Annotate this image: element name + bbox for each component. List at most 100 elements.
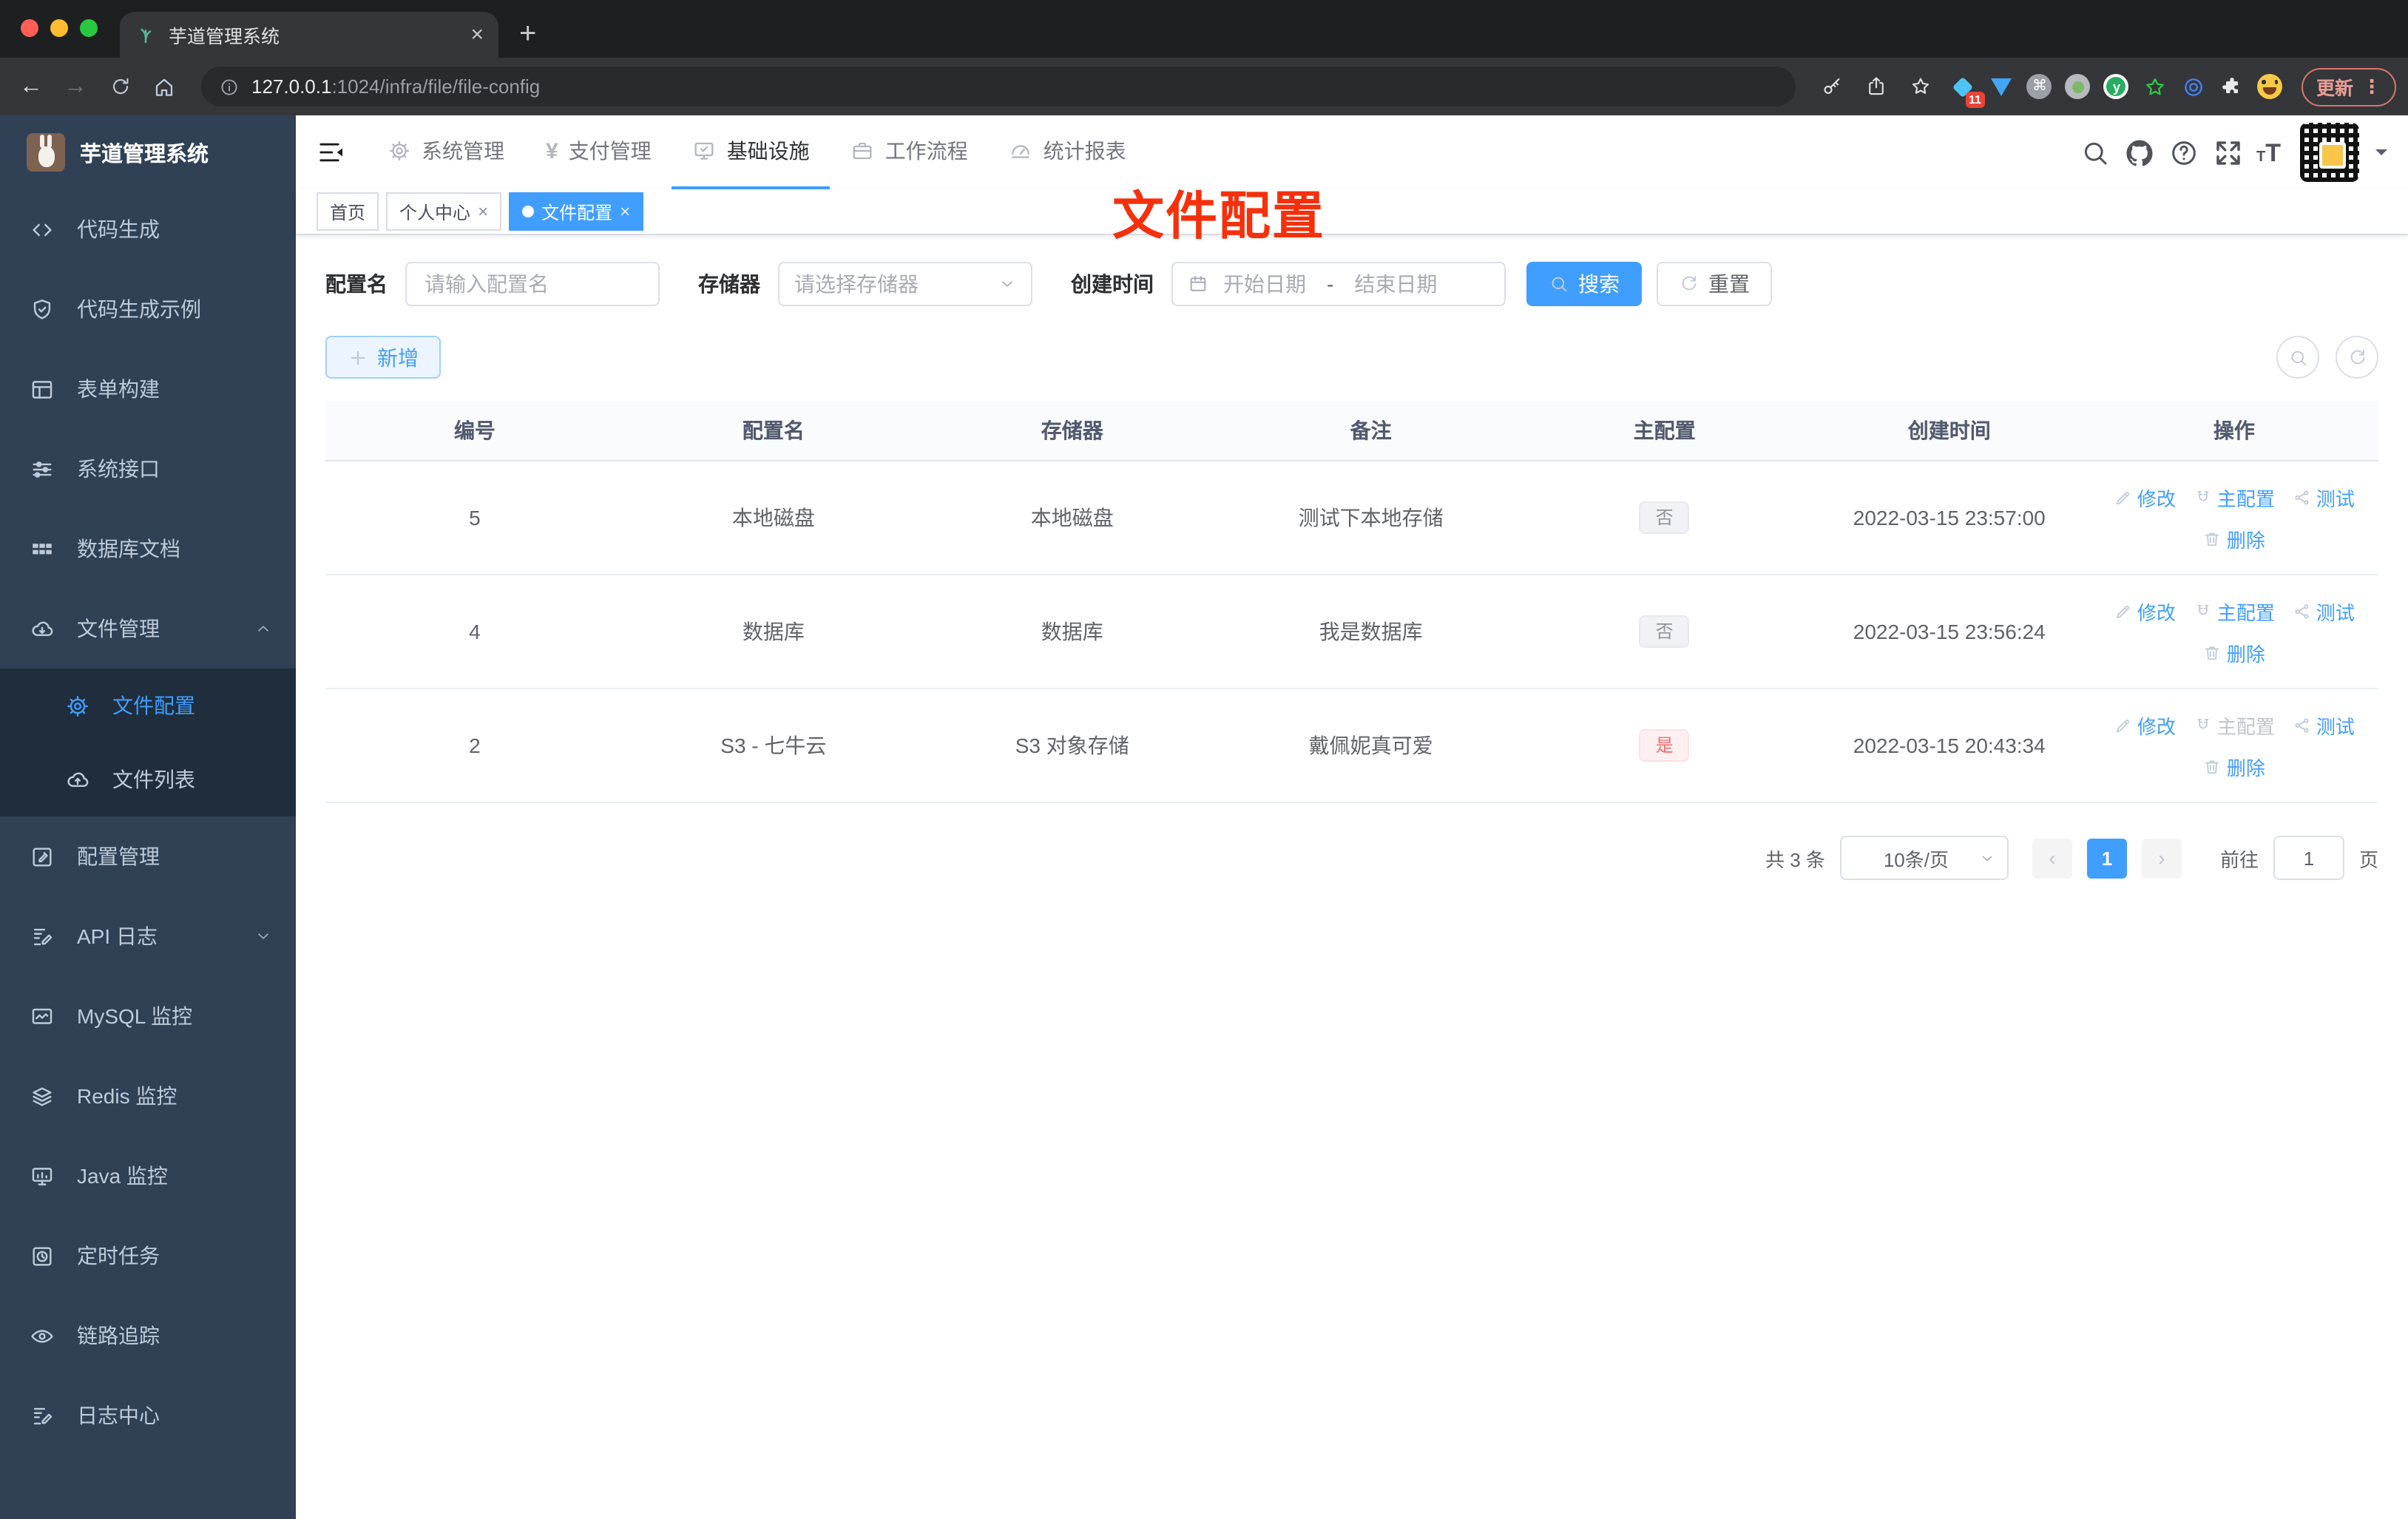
password-key-button[interactable] bbox=[1813, 67, 1852, 106]
chart-icon bbox=[30, 1004, 55, 1029]
add-button[interactable]: 新增 bbox=[325, 336, 441, 379]
extension-command-button[interactable]: ⌘ bbox=[2023, 70, 2056, 103]
tab-close-icon[interactable]: × bbox=[470, 24, 484, 46]
edit-action[interactable]: 修改 bbox=[2114, 711, 2176, 739]
minimize-window-button[interactable] bbox=[50, 19, 68, 37]
sidebar-item-system-api[interactable]: 系统接口 bbox=[0, 429, 296, 509]
extension-emoji-button[interactable] bbox=[2254, 70, 2287, 103]
master-action[interactable]: 主配置 bbox=[2194, 483, 2275, 511]
browser-update-button[interactable]: 更新 ⋮ bbox=[2301, 67, 2396, 106]
sidebar-item-file-list[interactable]: 文件列表 bbox=[0, 742, 296, 816]
test-action[interactable]: 测试 bbox=[2293, 483, 2355, 511]
extension-gem-button[interactable] bbox=[1985, 70, 2018, 103]
search-icon[interactable] bbox=[2079, 137, 2110, 168]
sidebar-item-db-doc[interactable]: 数据库文档 bbox=[0, 509, 296, 589]
edit-action[interactable]: 修改 bbox=[2114, 483, 2176, 511]
goto-page-input[interactable] bbox=[2273, 836, 2344, 880]
close-window-button[interactable] bbox=[21, 19, 38, 37]
sidebar-item-code-gen-example[interactable]: 代码生成示例 bbox=[0, 269, 296, 349]
toggle-search-button[interactable] bbox=[2276, 336, 2319, 379]
delete-action[interactable]: 删除 bbox=[2203, 524, 2265, 552]
new-tab-button[interactable]: + bbox=[519, 18, 536, 52]
user-avatar[interactable] bbox=[2300, 123, 2359, 182]
storage-select-placeholder: 请选择存储器 bbox=[794, 272, 919, 296]
doc-edit-icon bbox=[30, 1403, 55, 1428]
refresh-table-button[interactable] bbox=[2336, 336, 2378, 379]
cell-create-time: 2022-03-15 23:57:00 bbox=[1853, 506, 2046, 530]
sidebar-item-redis-monitor[interactable]: Redis 监控 bbox=[0, 1056, 296, 1136]
home-button[interactable] bbox=[145, 67, 183, 106]
caret-down-icon[interactable] bbox=[2375, 149, 2387, 161]
goto-label: 前往 bbox=[2219, 848, 2259, 870]
delete-action[interactable]: 删除 bbox=[2203, 638, 2265, 666]
sidebar-item-java-monitor[interactable]: Java 监控 bbox=[0, 1136, 296, 1216]
config-name-input[interactable] bbox=[405, 262, 660, 306]
address-bar[interactable]: 127.0.0.1:1024/infra/file/file-config bbox=[201, 67, 1796, 106]
sidebar-item-config-management[interactable]: 配置管理 bbox=[0, 816, 296, 896]
back-button[interactable]: ← bbox=[12, 67, 50, 106]
tag-home[interactable]: 首页 bbox=[317, 192, 379, 231]
extension-eye-button[interactable] bbox=[2177, 70, 2210, 103]
tag-close-icon[interactable]: × bbox=[620, 201, 630, 222]
github-icon[interactable] bbox=[2123, 137, 2154, 168]
sidebar-item-log-center[interactable]: 日志中心 bbox=[0, 1376, 296, 1455]
reset-button[interactable]: 重置 bbox=[1657, 262, 1772, 306]
sidebar-item-form-builder[interactable]: 表单构建 bbox=[0, 349, 296, 429]
sidebar-item-scheduled-tasks[interactable]: 定时任务 bbox=[0, 1216, 296, 1296]
sidebar-item-mysql-monitor[interactable]: MySQL 监控 bbox=[0, 976, 296, 1056]
cell-actions: 修改 主配置 测试 删除 bbox=[2090, 711, 2378, 780]
sidebar-item-tracing[interactable]: 链路追踪 bbox=[0, 1296, 296, 1376]
next-page-button[interactable]: › bbox=[2141, 838, 2182, 878]
sidebar-item-api-log[interactable]: API 日志 bbox=[0, 896, 296, 976]
sidebar-item-code-generation[interactable]: 代码生成 bbox=[0, 189, 296, 269]
extension-y-button[interactable]: y bbox=[2100, 70, 2133, 103]
timer-icon bbox=[30, 1243, 55, 1268]
test-action[interactable]: 测试 bbox=[2293, 711, 2355, 739]
layers-icon bbox=[30, 1083, 55, 1109]
current-page-button[interactable]: 1 bbox=[2086, 838, 2127, 878]
delete-action[interactable]: 删除 bbox=[2203, 752, 2265, 780]
help-icon[interactable] bbox=[2168, 137, 2199, 168]
bookmark-star-button[interactable] bbox=[1902, 67, 1941, 106]
pagination: 共 3 条 10条/页 ‹ 1 › 前往 页 bbox=[325, 836, 2378, 880]
extensions-puzzle-button[interactable] bbox=[2216, 70, 2248, 103]
sidebar-item-label: 代码生成示例 bbox=[77, 297, 201, 321]
master-action[interactable]: 主配置 bbox=[2194, 597, 2275, 625]
search-button[interactable]: 搜索 bbox=[1526, 262, 1642, 306]
font-size-icon[interactable]: TT bbox=[2256, 140, 2281, 165]
edit-action[interactable]: 修改 bbox=[2114, 597, 2176, 625]
sidebar-fold-button[interactable] bbox=[317, 138, 346, 167]
config-name-input-field[interactable] bbox=[422, 271, 643, 297]
prev-page-button[interactable]: ‹ bbox=[2032, 838, 2072, 878]
browser-tab[interactable]: 芋道管理系统 × bbox=[120, 12, 498, 58]
reload-button[interactable] bbox=[101, 67, 139, 106]
extension-notes-button[interactable]: 11 bbox=[1947, 70, 1985, 107]
sidebar-item-file-config[interactable]: 文件配置 bbox=[0, 669, 296, 742]
extension-dot-button[interactable] bbox=[2062, 70, 2094, 103]
sidebar-item-label: Redis 监控 bbox=[77, 1084, 177, 1108]
total-count: 共 3 条 bbox=[1765, 848, 1825, 870]
test-action[interactable]: 测试 bbox=[2293, 597, 2355, 625]
site-info-icon[interactable] bbox=[219, 76, 240, 97]
nav-item-workflow[interactable]: 工作流程 bbox=[831, 115, 989, 189]
nav-item-infrastructure[interactable]: 基础设施 bbox=[672, 115, 831, 189]
sidebar-logo[interactable]: 芋道管理系统 bbox=[0, 115, 296, 189]
fullscreen-icon[interactable] bbox=[2212, 137, 2243, 168]
filter-storage-label: 存储器 bbox=[698, 272, 760, 296]
tag-file-config[interactable]: 文件配置 × bbox=[509, 192, 644, 231]
tag-close-icon[interactable]: × bbox=[478, 201, 488, 222]
nav-item-payment[interactable]: ¥ 支付管理 bbox=[525, 115, 672, 189]
date-range-picker[interactable]: 开始日期 - 结束日期 bbox=[1171, 262, 1506, 306]
extension-star-button[interactable] bbox=[2139, 70, 2171, 103]
shield-check-icon bbox=[30, 297, 55, 322]
sidebar-item-file-management[interactable]: 文件管理 bbox=[0, 589, 296, 669]
page-size-select[interactable]: 10条/页 bbox=[1839, 836, 2009, 880]
storage-select[interactable]: 请选择存储器 bbox=[778, 262, 1032, 306]
forward-button[interactable]: → bbox=[56, 67, 95, 106]
tag-profile[interactable]: 个人中心 × bbox=[386, 192, 502, 231]
zoom-window-button[interactable] bbox=[80, 19, 98, 37]
share-button[interactable] bbox=[1858, 67, 1896, 106]
browser-menu-icon[interactable]: ⋮ bbox=[2362, 75, 2381, 98]
cell-name: 数据库 bbox=[742, 620, 805, 643]
nav-item-system[interactable]: 系统管理 bbox=[367, 115, 525, 189]
